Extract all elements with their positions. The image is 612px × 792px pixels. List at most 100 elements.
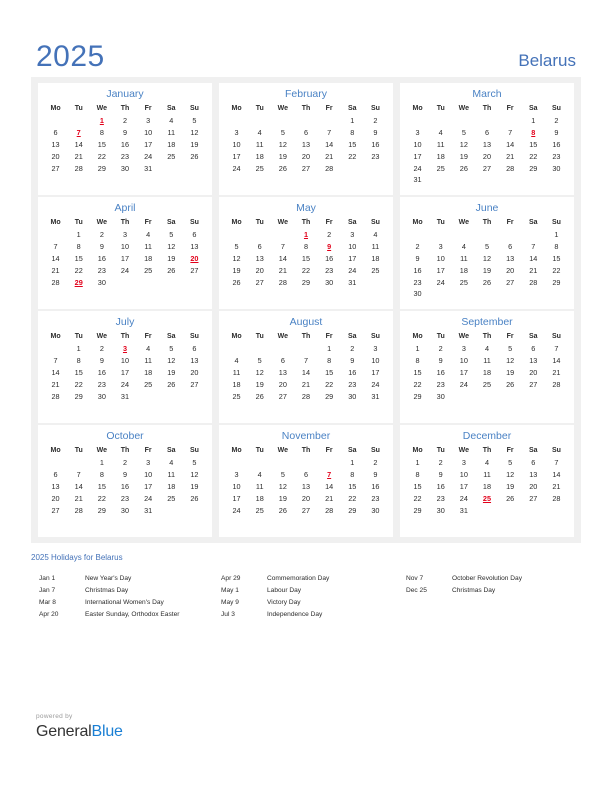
day-cell[interactable]: 12 [271,139,294,151]
day-cell[interactable]: 31 [341,276,364,288]
day-cell[interactable]: 18 [248,150,271,162]
day-cell[interactable]: 11 [225,367,248,379]
day-cell[interactable]: 8 [545,241,568,253]
day-cell[interactable]: 28 [271,276,294,288]
day-cell[interactable]: 4 [248,469,271,481]
day-cell[interactable]: 28 [294,390,317,402]
day-cell[interactable]: 15 [341,481,364,493]
day-cell[interactable]: 24 [137,150,160,162]
day-cell[interactable]: 11 [248,481,271,493]
day-cell[interactable]: 26 [271,504,294,516]
day-cell[interactable]: 2 [90,229,113,241]
day-cell[interactable]: 18 [429,150,452,162]
day-cell[interactable]: 7 [499,127,522,139]
day-cell[interactable]: 29 [406,504,429,516]
day-cell[interactable]: 9 [429,469,452,481]
day-cell[interactable]: 6 [44,469,67,481]
day-cell[interactable]: 30 [90,390,113,402]
day-cell-holiday[interactable]: 20 [183,253,206,265]
day-cell[interactable]: 4 [248,127,271,139]
day-cell[interactable]: 3 [225,127,248,139]
day-cell[interactable]: 14 [67,139,90,151]
day-cell[interactable]: 19 [248,378,271,390]
day-cell[interactable]: 11 [364,241,387,253]
day-cell[interactable]: 10 [113,241,136,253]
day-cell[interactable]: 17 [113,253,136,265]
day-cell[interactable]: 25 [475,378,498,390]
day-cell[interactable]: 17 [452,367,475,379]
day-cell[interactable]: 20 [248,264,271,276]
day-cell[interactable]: 22 [522,150,545,162]
day-cell[interactable]: 12 [225,253,248,265]
day-cell[interactable]: 15 [341,139,364,151]
day-cell[interactable]: 8 [406,469,429,481]
day-cell[interactable]: 6 [44,127,67,139]
day-cell[interactable]: 21 [67,492,90,504]
day-cell[interactable]: 3 [406,127,429,139]
day-cell[interactable]: 5 [271,469,294,481]
day-cell-holiday[interactable]: 3 [113,343,136,355]
day-cell[interactable]: 10 [452,469,475,481]
day-cell[interactable]: 21 [44,378,67,390]
day-cell[interactable]: 9 [364,127,387,139]
day-cell[interactable]: 25 [160,150,183,162]
day-cell[interactable]: 21 [318,150,341,162]
day-cell[interactable]: 25 [137,264,160,276]
day-cell[interactable]: 15 [318,367,341,379]
day-cell[interactable]: 11 [137,355,160,367]
day-cell[interactable]: 12 [499,469,522,481]
day-cell[interactable]: 8 [67,355,90,367]
day-cell[interactable]: 29 [90,162,113,174]
day-cell[interactable]: 6 [522,457,545,469]
day-cell[interactable]: 25 [364,264,387,276]
day-cell-holiday[interactable]: 25 [475,492,498,504]
day-cell[interactable]: 15 [67,253,90,265]
day-cell[interactable]: 4 [137,229,160,241]
day-cell[interactable]: 23 [318,264,341,276]
day-cell[interactable]: 22 [67,378,90,390]
day-cell[interactable]: 21 [545,481,568,493]
day-cell[interactable]: 19 [499,481,522,493]
day-cell[interactable]: 27 [248,276,271,288]
day-cell[interactable]: 23 [90,264,113,276]
day-cell[interactable]: 31 [452,504,475,516]
day-cell[interactable]: 28 [44,390,67,402]
day-cell[interactable]: 4 [475,457,498,469]
day-cell[interactable]: 6 [499,241,522,253]
day-cell[interactable]: 18 [160,139,183,151]
day-cell[interactable]: 12 [183,469,206,481]
day-cell[interactable]: 27 [294,162,317,174]
day-cell[interactable]: 17 [429,264,452,276]
day-cell[interactable]: 10 [137,469,160,481]
day-cell[interactable]: 1 [90,457,113,469]
day-cell[interactable]: 20 [294,150,317,162]
day-cell[interactable]: 10 [406,139,429,151]
day-cell[interactable]: 27 [499,276,522,288]
day-cell[interactable]: 12 [499,355,522,367]
day-cell[interactable]: 14 [545,469,568,481]
day-cell[interactable]: 19 [271,492,294,504]
day-cell[interactable]: 16 [364,481,387,493]
day-cell[interactable]: 1 [545,229,568,241]
day-cell[interactable]: 7 [44,355,67,367]
day-cell[interactable]: 30 [318,276,341,288]
day-cell[interactable]: 1 [341,457,364,469]
day-cell[interactable]: 5 [271,127,294,139]
day-cell[interactable]: 20 [499,264,522,276]
day-cell[interactable]: 9 [364,469,387,481]
day-cell[interactable]: 13 [183,355,206,367]
day-cell-holiday[interactable]: 1 [90,115,113,127]
day-cell[interactable]: 1 [341,115,364,127]
day-cell[interactable]: 11 [429,139,452,151]
day-cell[interactable]: 27 [44,504,67,516]
day-cell[interactable]: 26 [160,264,183,276]
day-cell[interactable]: 15 [406,367,429,379]
day-cell[interactable]: 21 [545,367,568,379]
day-cell[interactable]: 26 [183,492,206,504]
day-cell[interactable]: 14 [318,139,341,151]
day-cell[interactable]: 28 [67,504,90,516]
day-cell[interactable]: 21 [67,150,90,162]
day-cell[interactable]: 23 [429,492,452,504]
day-cell[interactable]: 18 [137,253,160,265]
day-cell[interactable]: 17 [364,367,387,379]
